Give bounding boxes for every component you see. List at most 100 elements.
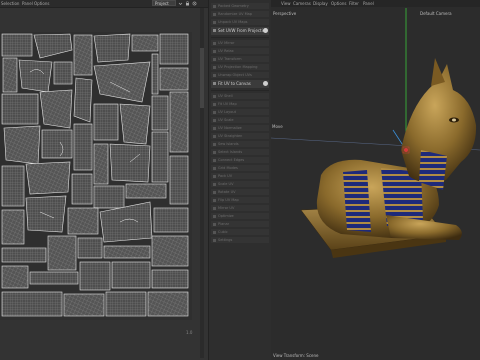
tool-label: Set UVW From Projection xyxy=(218,28,268,33)
tool-label: Select Islands xyxy=(218,150,243,154)
tool-icon xyxy=(213,65,216,69)
tool-label: Optimize xyxy=(218,214,234,218)
tool-label: Sew Islands xyxy=(218,142,239,146)
menu-selection[interactable]: Selection xyxy=(1,1,19,6)
tool-item[interactable]: Packed Geometry xyxy=(211,3,269,9)
tool-item[interactable]: Connect Edges xyxy=(211,157,269,163)
camera-label[interactable]: Default Camera xyxy=(420,11,452,16)
tool-icon xyxy=(213,134,216,138)
projection-label[interactable]: Perspective xyxy=(273,11,296,16)
tool-item[interactable]: UV Relax xyxy=(211,48,269,54)
tool-label: Randomize UV Map xyxy=(218,12,253,16)
uv-tools-panel: Packed Geometry Randomize UV Map Unpack UV… xyxy=(208,0,272,360)
tool-item[interactable]: UV Layout xyxy=(211,109,269,115)
tool-icon xyxy=(213,214,216,218)
tool-label: Scale UV xyxy=(218,182,234,186)
tool-item[interactable]: UV Transform xyxy=(211,56,269,62)
tool-icon xyxy=(213,49,216,53)
tool-icon xyxy=(213,41,216,45)
tool-label: Grid Modes xyxy=(218,166,238,170)
tool-item[interactable]: Optimize xyxy=(211,213,269,219)
tool-label: Settings xyxy=(218,238,233,242)
tool-item[interactable]: Fit UV to Canvas xyxy=(211,80,269,88)
tool-item[interactable]: Grid Modes xyxy=(211,165,269,171)
tool-icon xyxy=(213,142,216,146)
tool-icon xyxy=(213,230,216,234)
tool-item[interactable]: Select Islands xyxy=(211,149,269,155)
tool-item[interactable]: Settings xyxy=(211,237,269,243)
gizmo-center xyxy=(404,148,408,152)
tool-label: UV Scale xyxy=(218,118,234,122)
tool-item[interactable]: Sew Islands xyxy=(211,141,269,147)
tool-item[interactable]: Scale UV xyxy=(211,181,269,187)
tool-icon xyxy=(213,118,216,122)
tool-item[interactable]: UV Mirror xyxy=(211,40,269,46)
tool-item[interactable]: Flip UV Map xyxy=(211,197,269,203)
tool-icon xyxy=(213,182,216,186)
gear-icon[interactable] xyxy=(263,80,268,86)
menu-options[interactable]: Options xyxy=(34,1,49,6)
uv-islands-map xyxy=(1,33,189,317)
tool-item[interactable]: Fit UV Map xyxy=(211,101,269,107)
settings-icon[interactable] xyxy=(192,1,197,6)
tool-label: UV Relax xyxy=(218,49,234,53)
gear-icon[interactable] xyxy=(263,27,268,33)
uv-editor-panel: Selection Panel Options Project 1.0 xyxy=(0,0,208,360)
tool-icon xyxy=(213,28,216,32)
tool-label: Packed Geometry xyxy=(218,4,249,8)
tool-item[interactable]: Pack UV xyxy=(211,173,269,179)
scrollbar-thumb[interactable] xyxy=(200,48,204,108)
uv-scrollbar[interactable] xyxy=(200,8,204,358)
statue-stripes-body xyxy=(343,170,371,232)
uv-corner-label: 1.0 xyxy=(186,330,193,335)
tool-item[interactable]: Set UVW From Projection xyxy=(211,27,269,35)
project-select[interactable]: Project xyxy=(152,0,176,6)
chevron-down-icon[interactable] xyxy=(178,1,183,6)
tool-item[interactable]: Planar xyxy=(211,221,269,227)
tool-label: UV Shell xyxy=(218,94,233,98)
tool-label: Fit UV Map xyxy=(218,102,237,106)
tool-item[interactable]: Rotate UV xyxy=(211,189,269,195)
tool-item[interactable]: UV Normalize xyxy=(211,125,269,131)
tool-separator xyxy=(211,90,269,91)
tool-label: Pack UV xyxy=(218,174,233,178)
tool-item[interactable]: Unpack UV Maps xyxy=(211,19,269,25)
tool-item[interactable]: Cubic xyxy=(211,229,269,235)
tool-item[interactable]: Randomize UV Map xyxy=(211,11,269,17)
tool-label: UV Straighten xyxy=(218,134,243,138)
tool-icon xyxy=(213,150,216,154)
tool-item[interactable]: Mirror UV xyxy=(211,205,269,211)
tool-item[interactable]: UV Scale xyxy=(211,117,269,123)
viewport-scene xyxy=(271,8,480,258)
tool-item[interactable]: UV Straighten xyxy=(211,133,269,139)
tool-icon xyxy=(213,206,216,210)
tool-icon xyxy=(213,94,216,98)
tool-separator xyxy=(211,37,269,38)
tool-icon xyxy=(213,222,216,226)
axis-label: Move xyxy=(272,124,283,129)
uv-canvas[interactable] xyxy=(0,32,192,320)
tool-icon xyxy=(213,166,216,170)
tool-label: Flip UV Map xyxy=(218,198,239,202)
lock-icon[interactable] xyxy=(185,1,190,6)
tool-label: Planar xyxy=(218,222,230,226)
tool-label: Connect Edges xyxy=(218,158,245,162)
tool-icon xyxy=(213,20,216,24)
tool-label: Unwrap Object UVs xyxy=(218,73,252,77)
tool-icon xyxy=(213,73,216,77)
tool-label: UV Layout xyxy=(218,110,236,114)
tool-icon xyxy=(213,12,216,16)
viewport-3d[interactable]: View Cameras Display Options Filter Pane… xyxy=(271,0,480,360)
tool-label: UV Transform xyxy=(218,57,242,61)
tool-item[interactable]: UV Projection Mapping xyxy=(211,64,269,70)
tool-icon xyxy=(213,57,216,61)
tool-icon xyxy=(213,81,216,85)
menu-panel[interactable]: Panel xyxy=(22,1,33,6)
uv-menubar: Selection Panel Options Project xyxy=(0,0,208,8)
tool-item[interactable]: Unwrap Object UVs xyxy=(211,72,269,78)
tool-icon xyxy=(213,4,216,8)
tool-label: Unpack UV Maps xyxy=(218,20,248,24)
tool-icon xyxy=(213,198,216,202)
tool-label: Cubic xyxy=(218,230,228,234)
tool-item[interactable]: UV Shell xyxy=(211,93,269,99)
